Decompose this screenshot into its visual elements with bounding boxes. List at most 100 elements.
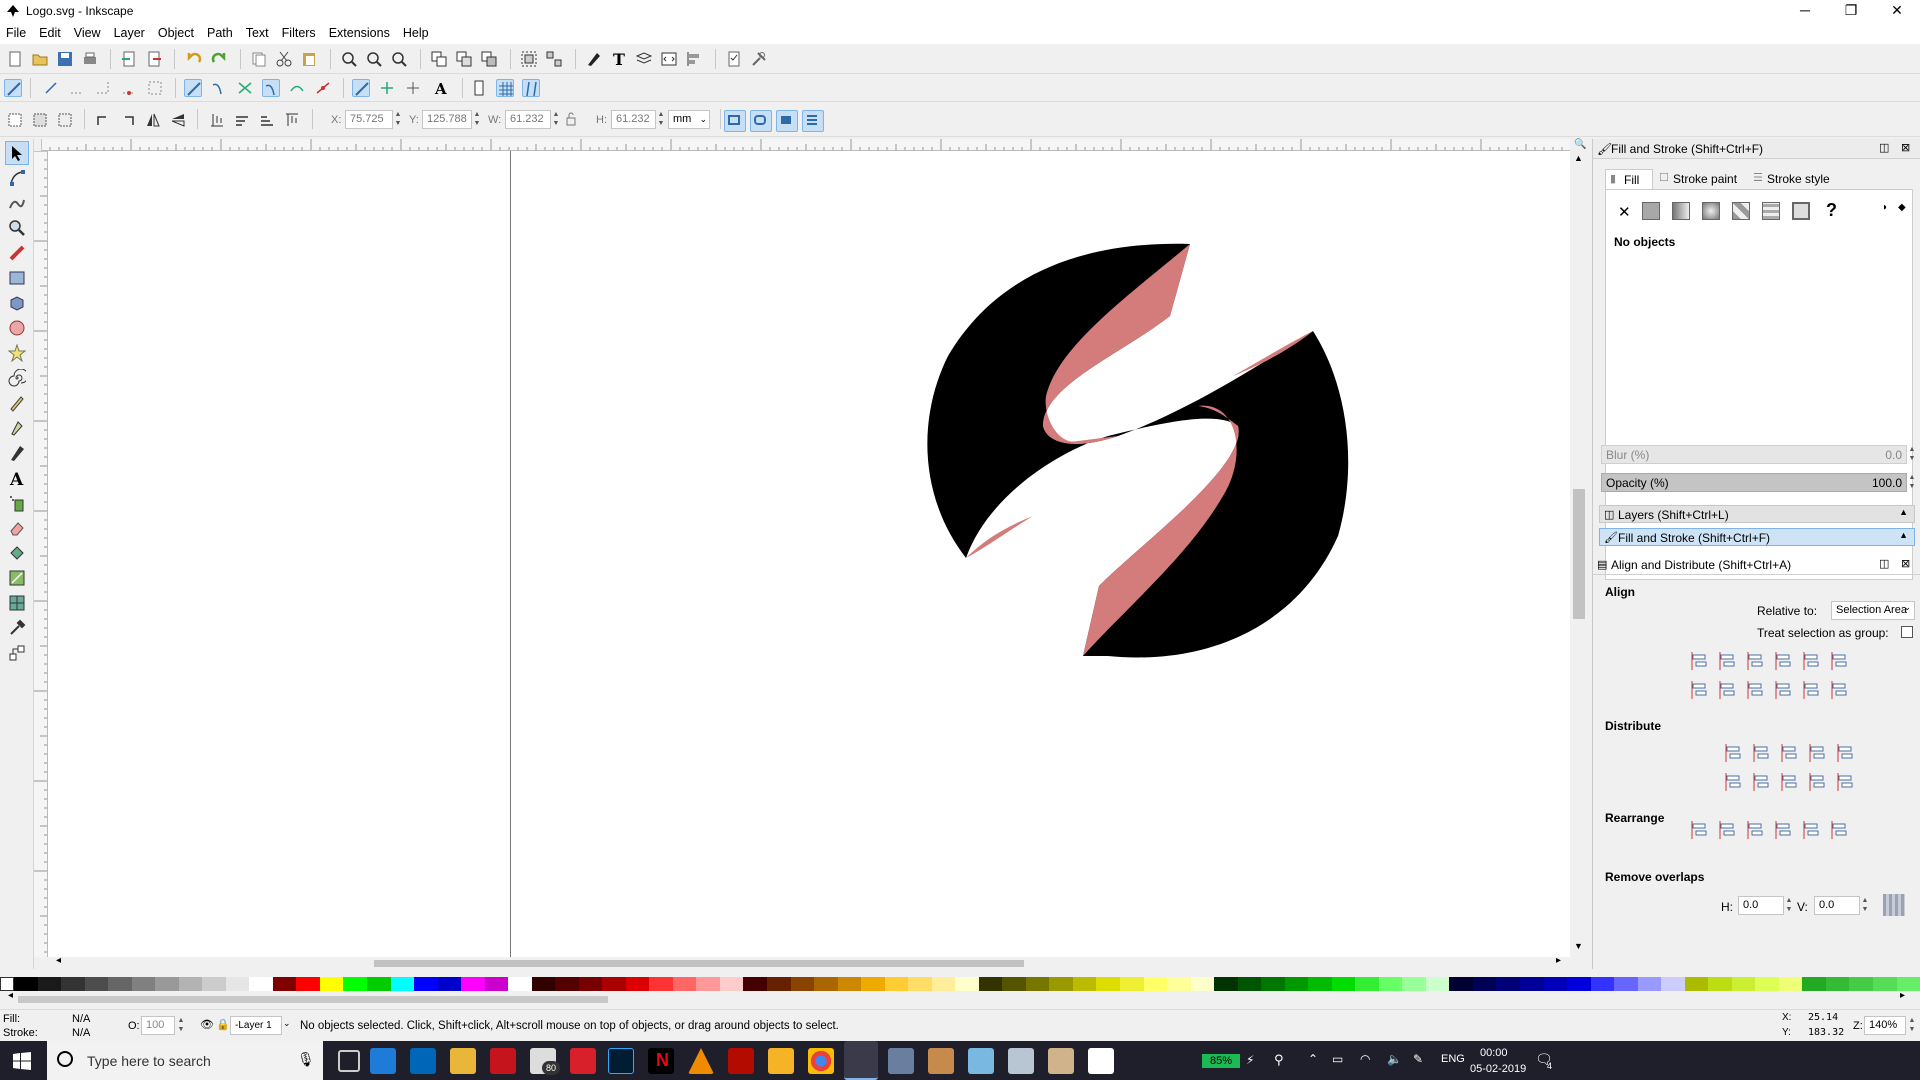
distribute-spacing-h-icon[interactable] — [1779, 771, 1801, 793]
palette-swatch[interactable] — [625, 977, 650, 991]
palette-swatch[interactable] — [1237, 977, 1262, 991]
y-spinner[interactable]: ▲ ▼ — [472, 110, 482, 129]
overlap-v-input[interactable]: 0.0 — [1814, 896, 1860, 915]
w-input[interactable]: 61.232 — [505, 110, 551, 129]
deselect-icon[interactable] — [56, 111, 74, 129]
mesh-gradient-icon[interactable] — [1732, 202, 1750, 220]
palette-swatch[interactable] — [1308, 977, 1332, 991]
palette-swatch[interactable] — [390, 977, 415, 991]
fill-rule-nonzero-icon[interactable]: ◆ — [1898, 202, 1906, 213]
snap-smooth-nodes-icon[interactable] — [288, 79, 306, 97]
menu-filters[interactable]: Filters — [282, 26, 316, 40]
blur-spinner[interactable]: ▲ ▼ — [1907, 445, 1917, 464]
copy-icon[interactable] — [250, 50, 268, 68]
palette-swatch[interactable] — [249, 977, 273, 991]
app-clapper-icon[interactable] — [928, 1048, 954, 1074]
align-left-to-right-icon[interactable] — [1801, 650, 1823, 672]
fill-stroke-collapsed-header[interactable]: 🖌 Fill and Stroke (Shift+Ctrl+F) ▲ — [1599, 528, 1915, 546]
unset-paint-icon[interactable]: ? — [1826, 200, 1837, 221]
lower-to-bottom-icon[interactable] — [208, 111, 226, 129]
palette-swatch[interactable] — [319, 977, 344, 991]
palette-swatch[interactable] — [1778, 977, 1803, 991]
align-close-icon[interactable]: ⊠ — [1901, 557, 1910, 570]
mesh-tool-icon[interactable] — [5, 591, 29, 615]
layers-panel-header[interactable]: ◫ Layers (Shift+Ctrl+L) ▲ — [1599, 505, 1915, 523]
wifi-icon[interactable]: ◠ — [1360, 1052, 1370, 1066]
app-blue-icon[interactable] — [968, 1048, 994, 1074]
document-properties-icon[interactable] — [725, 50, 743, 68]
menu-object[interactable]: Object — [158, 26, 194, 40]
linear-gradient-icon[interactable] — [1672, 202, 1690, 220]
palette-swatch[interactable] — [1402, 977, 1426, 991]
unclump-icon[interactable] — [1689, 819, 1711, 841]
palette-swatch[interactable] — [1520, 977, 1544, 991]
virtualbox-icon[interactable] — [888, 1048, 914, 1074]
maximize-button[interactable]: ❐ — [1828, 0, 1874, 22]
palette-swatch[interactable] — [743, 977, 767, 991]
text-tool-icon[interactable]: A — [5, 466, 29, 490]
tab-fill[interactable]: ▮ Fill — [1605, 169, 1653, 189]
distribute-bottom-icon[interactable] — [1807, 742, 1829, 764]
palette-swatch[interactable] — [343, 977, 367, 991]
vlc-icon[interactable] — [688, 1048, 714, 1074]
menu-text[interactable]: Text — [246, 26, 269, 40]
scale-radii-icon[interactable] — [750, 110, 772, 132]
paste-icon[interactable] — [300, 50, 318, 68]
palette-swatch[interactable] — [1496, 977, 1520, 991]
palette-swatch[interactable] — [978, 977, 1003, 991]
snap-cusp-nodes-icon[interactable] — [262, 79, 280, 97]
palette-swatch[interactable] — [767, 977, 791, 991]
rectangle-tool-icon[interactable] — [5, 266, 29, 290]
swatch-icon[interactable] — [1792, 202, 1810, 220]
vertical-scrollbar[interactable]: 🔍 ▲ ▼ — [1570, 139, 1588, 969]
palette-swatch[interactable] — [1449, 977, 1473, 991]
palette-swatch[interactable] — [296, 977, 320, 991]
zoom-tool-icon[interactable] — [5, 216, 29, 240]
3d-box-tool-icon[interactable] — [5, 291, 29, 315]
align-baseline-icon[interactable] — [1829, 650, 1851, 672]
palette-swatch[interactable] — [1355, 977, 1379, 991]
align-iconify-icon[interactable]: ◫ — [1879, 557, 1889, 570]
snap-bbox-corner-icon[interactable] — [94, 79, 112, 97]
tab-stroke-style[interactable]: ☰ Stroke style — [1751, 169, 1835, 189]
save-icon[interactable] — [56, 50, 74, 68]
battery-tray-icon[interactable]: ▭ — [1332, 1052, 1343, 1066]
palette-swatch[interactable] — [202, 977, 226, 991]
distribute-left-icon[interactable] — [1723, 771, 1745, 793]
snap-intersections-icon[interactable] — [236, 79, 254, 97]
photoshop-icon[interactable] — [608, 1048, 634, 1074]
align-text-baseline-icon[interactable] — [1829, 679, 1851, 701]
scale-stroke-icon[interactable] — [724, 110, 746, 132]
group-icon[interactable] — [520, 50, 538, 68]
lower-icon[interactable] — [233, 111, 251, 129]
battery-indicator[interactable]: 85% — [1202, 1054, 1240, 1068]
palette-swatch[interactable] — [1002, 977, 1026, 991]
text-dialog-icon[interactable]: T — [610, 50, 628, 69]
palette-swatch[interactable] — [366, 977, 391, 991]
palette-swatch[interactable] — [414, 977, 438, 991]
menu-view[interactable]: View — [74, 26, 101, 40]
graph-layout-icon[interactable] — [1829, 819, 1851, 841]
connector-tool-icon[interactable] — [5, 641, 29, 665]
clock-date[interactable]: 05-02-2019 — [1470, 1063, 1526, 1075]
snap-others-icon[interactable] — [352, 79, 370, 97]
palette-swatch[interactable] — [1567, 977, 1591, 991]
exchange-z-order-icon[interactable] — [1745, 819, 1767, 841]
people-icon[interactable]: ⚲ — [1274, 1052, 1284, 1068]
pen-workspace-icon[interactable]: ✎ — [1413, 1052, 1423, 1066]
transform-patterns-icon[interactable] — [802, 110, 824, 132]
palette-swatch[interactable] — [178, 977, 203, 991]
panel-close-icon[interactable]: ⊠ — [1901, 141, 1910, 154]
palette-swatch[interactable] — [1872, 977, 1897, 991]
zoom-input[interactable]: 140% — [1864, 1016, 1906, 1035]
calligraphy-tool-icon[interactable] — [5, 441, 29, 465]
palette-swatch[interactable] — [1190, 977, 1215, 991]
palette-swatch[interactable] — [884, 977, 909, 991]
palette-scroll-thumb[interactable] — [18, 996, 608, 1003]
snap-nodes-icon[interactable] — [184, 79, 202, 97]
microphone-icon[interactable]: 🎙 — [297, 1051, 315, 1068]
palette-swatch[interactable] — [1684, 977, 1709, 991]
palette-swatch[interactable] — [131, 977, 156, 991]
x-input[interactable]: 75.725 — [345, 110, 393, 129]
raise-icon[interactable] — [258, 111, 276, 129]
